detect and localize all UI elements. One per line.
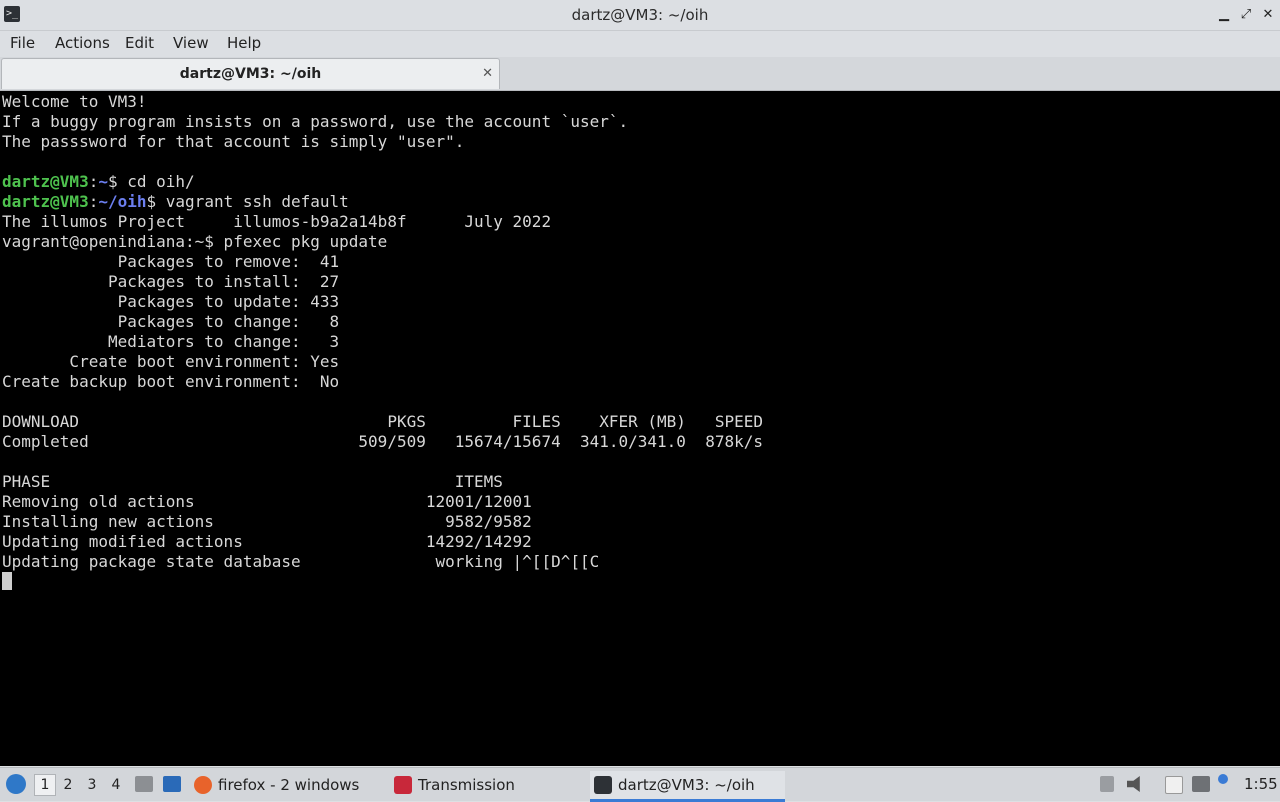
prompt-separator: : <box>88 172 99 191</box>
terminal-line: PHASE ITEMS <box>2 472 503 491</box>
menu-actions[interactable]: Actions <box>55 31 110 57</box>
close-icon[interactable]: ✕ <box>1259 6 1277 24</box>
workspace-4[interactable]: 4 <box>106 775 126 795</box>
task-label: Transmission <box>418 776 515 794</box>
window-titlebar[interactable]: >_ dartz@VM3: ~/oih ▁ ⤢ ✕ <box>0 0 1280 31</box>
task-firefox[interactable]: firefox - 2 windows <box>190 771 380 799</box>
minimize-icon[interactable]: ▁ <box>1215 6 1233 24</box>
task-transmission[interactable]: Transmission <box>390 771 580 799</box>
tab-label: dartz@VM3: ~/oih <box>179 66 322 82</box>
terminal-line: Mediators to change: 3 <box>2 332 340 351</box>
workspace-2[interactable]: 2 <box>58 775 78 795</box>
terminal-line: Welcome to VM3! <box>2 92 147 111</box>
terminal-line: Installing new actions 9582/9582 <box>2 512 532 531</box>
terminal-line: The illumos Project illumos-b9a2a14b8f J… <box>2 212 552 231</box>
start-menu-icon[interactable] <box>6 774 26 794</box>
terminal-line: Packages to change: 8 <box>2 312 340 331</box>
terminal-line: If a buggy program insists on a password… <box>2 112 629 131</box>
terminal-line: Updating modified actions 14292/14292 <box>2 532 532 551</box>
notification-icon[interactable] <box>1218 774 1228 784</box>
terminal-output[interactable]: Welcome to VM3! If a buggy program insis… <box>0 91 1280 766</box>
terminal-line: Removing old actions 12001/12001 <box>2 492 532 511</box>
menu-edit[interactable]: Edit <box>125 31 154 57</box>
file-manager-icon[interactable] <box>135 776 153 792</box>
menu-bar: File Actions Edit View Help <box>0 31 1280 57</box>
menu-view[interactable]: View <box>173 31 209 57</box>
terminal-line: Packages to update: 433 <box>2 292 340 311</box>
workspace-3[interactable]: 3 <box>82 775 102 795</box>
terminal-line: Packages to install: 27 <box>2 272 340 291</box>
window-title: dartz@VM3: ~/oih <box>571 6 709 24</box>
volume-icon[interactable] <box>1127 776 1140 792</box>
clock[interactable]: 1:55 <box>1244 768 1278 801</box>
prompt-user-host: dartz@VM3 <box>2 172 89 191</box>
menu-file[interactable]: File <box>10 31 35 57</box>
network-icon[interactable] <box>1192 776 1210 792</box>
terminal-line: Packages to remove: 41 <box>2 252 340 271</box>
maximize-icon[interactable]: ⤢ <box>1237 6 1255 24</box>
show-desktop-icon[interactable] <box>163 776 181 792</box>
task-label: dartz@VM3: ~/oih <box>618 776 755 794</box>
taskbar: 1 2 3 4 firefox - 2 windows Transmission… <box>0 767 1280 802</box>
terminal-line: vagrant@openindiana:~$ pfexec pkg update <box>2 232 388 251</box>
tab-bar: dartz@VM3: ~/oih ✕ <box>0 57 1280 91</box>
prompt-user-host: dartz@VM3 <box>2 192 89 211</box>
tab-close-icon[interactable]: ✕ <box>482 59 493 89</box>
terminal-line: Completed 509/509 15674/15674 341.0/341.… <box>2 432 763 451</box>
text-cursor <box>2 572 12 590</box>
terminal-tab[interactable]: dartz@VM3: ~/oih ✕ <box>1 58 500 89</box>
terminal-icon <box>594 776 612 794</box>
terminal-line: DOWNLOAD PKGS FILES XFER (MB) SPEED <box>2 412 763 431</box>
terminal-prompt-line: dartz@VM3:~$ cd oih/ <box>2 172 763 192</box>
prompt-path: ~/oih <box>98 192 147 211</box>
task-label: firefox - 2 windows <box>218 776 360 794</box>
prompt-separator: : <box>88 192 99 211</box>
terminal-cursor-line <box>2 572 763 592</box>
prompt-path: ~ <box>98 172 108 191</box>
clipboard-icon[interactable] <box>1165 776 1183 794</box>
transmission-icon <box>394 776 412 794</box>
terminal-line: Create backup boot environment: No <box>2 372 340 391</box>
update-notifier-icon[interactable] <box>1100 776 1114 792</box>
prompt-command: $ cd oih/ <box>107 172 195 191</box>
firefox-icon <box>194 776 212 794</box>
task-terminal[interactable]: dartz@VM3: ~/oih <box>590 771 785 802</box>
menu-help[interactable]: Help <box>227 31 261 57</box>
terminal-line: The passsword for that account is simply… <box>2 132 465 151</box>
terminal-line: Updating package state database working … <box>2 552 600 571</box>
terminal-line: Create boot environment: Yes <box>2 352 340 371</box>
workspace-1[interactable]: 1 <box>34 774 56 796</box>
prompt-command: $ vagrant ssh default <box>146 192 349 211</box>
terminal-prompt-line: dartz@VM3:~/oih$ vagrant ssh default <box>2 192 763 212</box>
